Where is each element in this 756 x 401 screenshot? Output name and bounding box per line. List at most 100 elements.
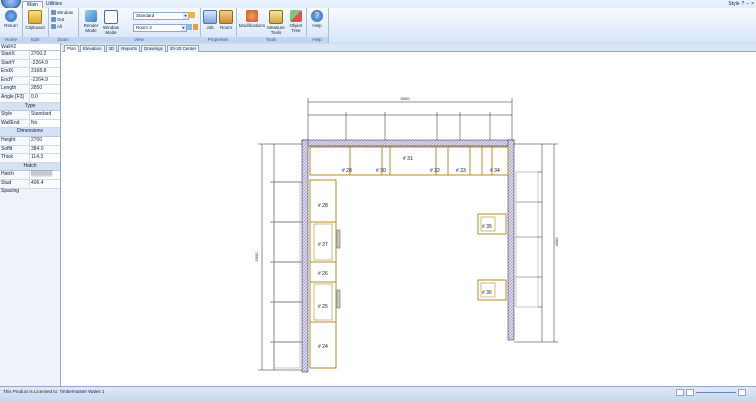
doc-tab[interactable]: 3D — [105, 45, 118, 52]
modifications-button[interactable]: Modifications — [238, 10, 266, 28]
help-button[interactable]: ? Help — [307, 10, 327, 28]
plan-canvas[interactable]: 5000 5000 4000 # 28 # 30 # 31 # 32 # 33 … — [62, 52, 756, 385]
property-key: EndY — [0, 76, 30, 85]
room-button[interactable]: Room — [216, 10, 236, 30]
camera-icon[interactable] — [188, 12, 195, 18]
property-row[interactable]: EndY -2264.9 — [0, 76, 60, 86]
property-row[interactable]: StartX 2700.2 — [0, 51, 60, 60]
doc-tab[interactable]: 20-20 Center — [166, 45, 200, 52]
doc-tab[interactable]: Elevation — [80, 45, 105, 52]
zoom-window-icon — [51, 10, 56, 15]
floor-plan-drawing[interactable]: 5000 5000 4000 # 28 # 30 # 31 # 32 # 33 … — [62, 52, 756, 385]
object-tree-button[interactable]: Object Tree — [286, 10, 306, 33]
doc-tab[interactable]: Drawings — [141, 45, 166, 52]
group-view: Render Mode Window Mode Standard ▾ Room 3… — [78, 8, 201, 43]
cabinet-label[interactable]: # 30 — [376, 168, 386, 174]
property-value[interactable]: 114.3 — [30, 154, 60, 162]
property-value[interactable]: 0.0 — [30, 93, 60, 102]
view-full-icon[interactable] — [686, 389, 694, 396]
style-dropdown[interactable]: Standard ▾ — [133, 12, 189, 20]
cabinet-label[interactable]: # 28 — [318, 203, 328, 209]
zoom-window-button[interactable]: Window — [51, 10, 73, 16]
property-row[interactable]: EndX 3168.8 — [0, 68, 60, 77]
property-row[interactable]: Angle [F3] 0.0 — [0, 93, 60, 103]
room-dropdown[interactable]: Room 3 ▾ — [133, 24, 187, 32]
cabinet-label[interactable]: # 28 — [342, 168, 352, 174]
cabinet-label[interactable]: # 25 — [318, 304, 328, 310]
cabinet-label[interactable]: # 32 — [430, 168, 440, 174]
property-row[interactable]: Length 2850 — [0, 85, 60, 94]
style-dropdown-value: Standard — [136, 13, 155, 18]
group-edit-label: Edit — [22, 37, 48, 43]
zoom-all-label: All — [57, 24, 63, 29]
close-button[interactable]: × — [751, 1, 754, 7]
cabinet-label[interactable]: # 33 — [456, 168, 466, 174]
property-value[interactable]: 2700.2 — [30, 51, 60, 59]
property-key: EndX — [0, 68, 30, 76]
property-row[interactable]: Thick 114.3 — [0, 154, 60, 163]
wall-left[interactable] — [301, 139, 309, 373]
zoom-all-button[interactable]: All — [51, 24, 62, 30]
document-tabs: Plan Elevation 3D Reports Drawings 20-20 Cent… — [62, 44, 756, 52]
style-menu[interactable]: Style — [728, 1, 739, 7]
return-label: Return — [4, 23, 18, 28]
property-value[interactable]: -2264.9 — [30, 76, 60, 85]
zoom-out-label: Out — [57, 17, 65, 22]
cabinet-label[interactable]: # 24 — [318, 344, 328, 350]
property-value[interactable]: 2700 — [30, 136, 60, 145]
cabinet-label[interactable]: # 36 — [482, 290, 492, 296]
doc-tab[interactable]: Plan — [64, 45, 80, 52]
property-row[interactable]: Height 2700 — [0, 136, 60, 146]
modifications-label: Modifications — [238, 23, 266, 28]
property-value[interactable]: Standard — [30, 111, 60, 119]
help-label: Help — [312, 23, 322, 28]
wall-right[interactable] — [507, 139, 515, 341]
property-row[interactable]: Hatch ▒▒▒▒▒▒ — [0, 171, 60, 180]
property-value[interactable]: 406.4 — [30, 179, 60, 188]
return-button[interactable]: Return — [1, 10, 21, 28]
clipboard-button[interactable]: Clipboard — [25, 10, 45, 30]
render-mode-button[interactable]: Render Mode — [81, 10, 101, 33]
cabinet-label[interactable]: # 27 — [318, 242, 328, 248]
zoom-out-icon — [51, 17, 56, 22]
help-icon: ? — [311, 10, 323, 22]
property-row[interactable]: Style Standard — [0, 111, 60, 120]
property-value[interactable]: 2850 — [30, 85, 60, 93]
minimize-button[interactable]: – — [746, 1, 749, 7]
property-row[interactable]: Soffit 384.0 — [0, 145, 60, 155]
window-mode-icon — [104, 10, 118, 24]
page-icon[interactable] — [187, 24, 192, 30]
property-value[interactable]: ▒▒▒▒▒▒ — [30, 171, 60, 179]
ruler-icon — [269, 10, 283, 24]
property-value[interactable]: 384.0 — [30, 145, 60, 154]
help-icon[interactable]: ? — [742, 1, 745, 7]
window-mode-label: Window Mode — [102, 25, 119, 35]
window-mode-button[interactable]: Window Mode — [101, 10, 121, 35]
property-value[interactable]: No — [30, 119, 60, 128]
lock-icon[interactable] — [193, 24, 198, 30]
property-panel: Wall#2 StartX 2700.2 StartY -2264.9 EndX 3168… — [0, 44, 61, 386]
cabinet-label[interactable]: # 35 — [482, 224, 492, 230]
job-icon — [203, 10, 217, 24]
group-zoom: Window Out All Zoom — [48, 8, 79, 43]
zoom-out-button[interactable]: Out — [51, 17, 64, 23]
zoom-slider[interactable] — [696, 392, 736, 393]
property-row[interactable]: WallEnd No — [0, 119, 60, 129]
wall-top[interactable] — [301, 139, 515, 147]
property-value[interactable]: 3168.8 — [30, 68, 60, 76]
tab-utilities[interactable]: Utilities — [42, 1, 66, 8]
property-value[interactable]: -2264.9 — [30, 59, 60, 68]
dimension-lines-top — [307, 98, 513, 142]
view-normal-icon[interactable] — [676, 389, 684, 396]
cabinet-label[interactable]: # 34 — [490, 168, 500, 174]
property-key: StartY — [0, 59, 30, 68]
property-row[interactable]: Stud Spacing 406.4 — [0, 179, 60, 194]
group-edit: Clipboard Edit — [22, 8, 49, 43]
measure-tools-button[interactable]: Measure Tools — [266, 10, 286, 35]
property-row[interactable]: StartY -2264.9 — [0, 59, 60, 69]
chevron-down-icon: ▾ — [181, 25, 186, 31]
zoom-in-icon[interactable] — [738, 389, 746, 396]
cabinet-label[interactable]: # 26 — [318, 271, 328, 277]
doc-tab[interactable]: Reports — [118, 45, 141, 52]
cabinet-label[interactable]: # 31 — [403, 156, 413, 162]
